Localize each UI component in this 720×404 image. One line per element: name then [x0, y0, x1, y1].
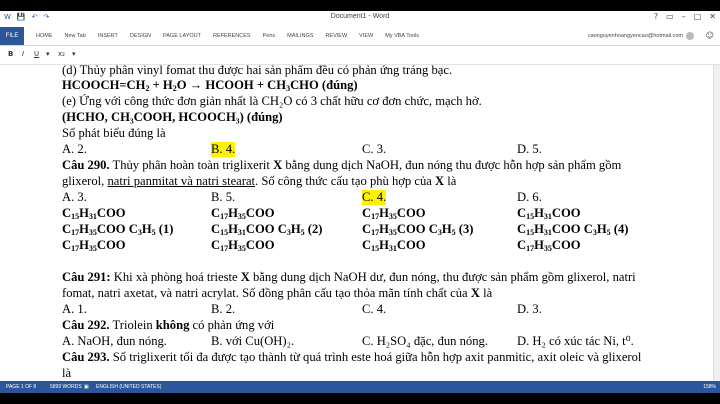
page-count[interactable]: PAGE 1 OF 8 [6, 381, 36, 393]
question-293-line2: là [62, 366, 72, 380]
question-292: Câu 292. Triolein không có phản ứng với [62, 318, 275, 332]
option-c: C. 3. [362, 142, 387, 156]
underline-button[interactable]: U [34, 50, 39, 58]
user-account[interactable]: caonguyenhoangyencao@hotmail.com [588, 27, 694, 45]
status-bar: PAGE 1 OF 8 5899 WORDS ▣ ENGLISH (UNITED… [0, 381, 720, 393]
vertical-scrollbar[interactable] [713, 65, 720, 381]
help-icon[interactable]: ? [654, 12, 658, 21]
subscript-button[interactable]: x₂ [58, 50, 65, 58]
option-c: C. 4. [362, 302, 387, 316]
feedback-smile-icon[interactable]: ☺ [706, 31, 714, 40]
option-b-highlighted: B. 4. [211, 142, 236, 157]
question-293: Câu 293. Số triglixerit tối đa được tạo … [62, 350, 642, 364]
bold-button[interactable]: B [8, 50, 13, 58]
statement-d: (d) Thủy phân vinyl fomat thu được hai s… [62, 65, 453, 77]
language[interactable]: ENGLISH (UNITED STATES) [96, 381, 161, 393]
question-290-line1: Câu 290. Thủy phân hoàn toàn triglixerit… [62, 158, 622, 172]
option-a: A. 2. [62, 142, 87, 156]
tab-mailings[interactable]: MAILINGS [281, 27, 319, 45]
option-d: D. 3. [517, 302, 542, 316]
question-291-line2: fomat, natri axetat, và natri acrylat. S… [62, 286, 493, 300]
question-prompt: Số phát biểu đúng là [62, 126, 166, 140]
question-290-line2: glixerol, natri panmitat và natri steara… [62, 174, 457, 188]
ribbon-tabs: FILE HOME New Tab INSERT DESIGN PAGE LAY… [0, 27, 720, 46]
title-bar: W 💾 ↶ ↷ Document1 - Word ? ▭ – □ ✕ [0, 11, 720, 27]
ribbon-display-icon[interactable]: ▭ [666, 12, 674, 21]
statement-e-answer: (HCHO, CH₃COOH, HCOOCH₃) (đúng) [62, 110, 283, 124]
word-window: W 💾 ↶ ↷ Document1 - Word ? ▭ – □ ✕ FILE … [0, 11, 720, 393]
question-291-line1: Câu 291: Khi xà phòng hoá trieste X bằng… [62, 270, 636, 284]
dropdown-arrow-icon[interactable]: ▾ [72, 50, 76, 58]
document-body[interactable]: (d) Thủy phân vinyl fomat thu được hai s… [0, 65, 720, 381]
option-d: D. 5. [517, 142, 542, 156]
option-d: D. H₂ có xúc tác Ni, t⁰. [517, 334, 634, 348]
tab-file[interactable]: FILE [0, 27, 24, 45]
formula-1c: C17H35COO [62, 238, 126, 253]
option-b: B. 5. [211, 190, 236, 204]
option-a: A. 1. [62, 302, 87, 316]
option-a: A. NaOH, đun nóng. [62, 334, 167, 348]
formula-2c: C17H35COO [211, 238, 275, 253]
tab-view[interactable]: VIEW [353, 27, 379, 45]
option-b: B. với Cu(OH)₂. [211, 334, 295, 348]
tab-home[interactable]: HOME [30, 27, 59, 45]
tab-page-layout[interactable]: PAGE LAYOUT [157, 27, 207, 45]
formula-3c: C15H31COO [362, 238, 426, 253]
tab-review[interactable]: REVIEW [319, 27, 353, 45]
tab-references[interactable]: REFERENCES [207, 27, 257, 45]
avatar [686, 31, 694, 40]
formula-4c: C17H35COO [517, 238, 581, 253]
italic-button[interactable]: I [22, 50, 24, 58]
tab-design[interactable]: DESIGN [124, 27, 157, 45]
word-count[interactable]: 5899 WORDS [50, 381, 82, 393]
option-d: D. 6. [517, 190, 542, 204]
tab-pens[interactable]: Pens [257, 27, 282, 45]
window-controls: ? ▭ – □ ✕ [654, 12, 716, 21]
dropdown-arrow-icon[interactable]: ▾ [46, 50, 50, 58]
close-icon[interactable]: ✕ [709, 12, 716, 21]
statement-e: (e) Ứng với công thức đơn giản nhất là C… [62, 94, 482, 108]
user-email: caonguyenhoangyencao@hotmail.com [587, 33, 683, 39]
formatting-toolbar: B I U ▾ x₂ ▾ [0, 46, 720, 65]
option-a: A. 3. [62, 190, 87, 204]
tab-new-tab[interactable]: New Tab [59, 27, 92, 45]
minimize-icon[interactable]: – [682, 12, 686, 21]
proofing-icon[interactable]: ▣ [84, 381, 89, 393]
document-title: Document1 - Word [330, 13, 390, 20]
option-c-highlighted: C. 4. [362, 190, 387, 205]
tab-insert[interactable]: INSERT [92, 27, 124, 45]
maximize-icon[interactable]: □ [694, 12, 702, 21]
tab-my-vba-tools[interactable]: My VBA Tools [379, 27, 425, 45]
option-b: B. 2. [211, 302, 236, 316]
zoom-level[interactable]: 158% [703, 381, 716, 393]
option-c: C. H₂SO₄ đặc, đun nóng. [362, 334, 488, 348]
